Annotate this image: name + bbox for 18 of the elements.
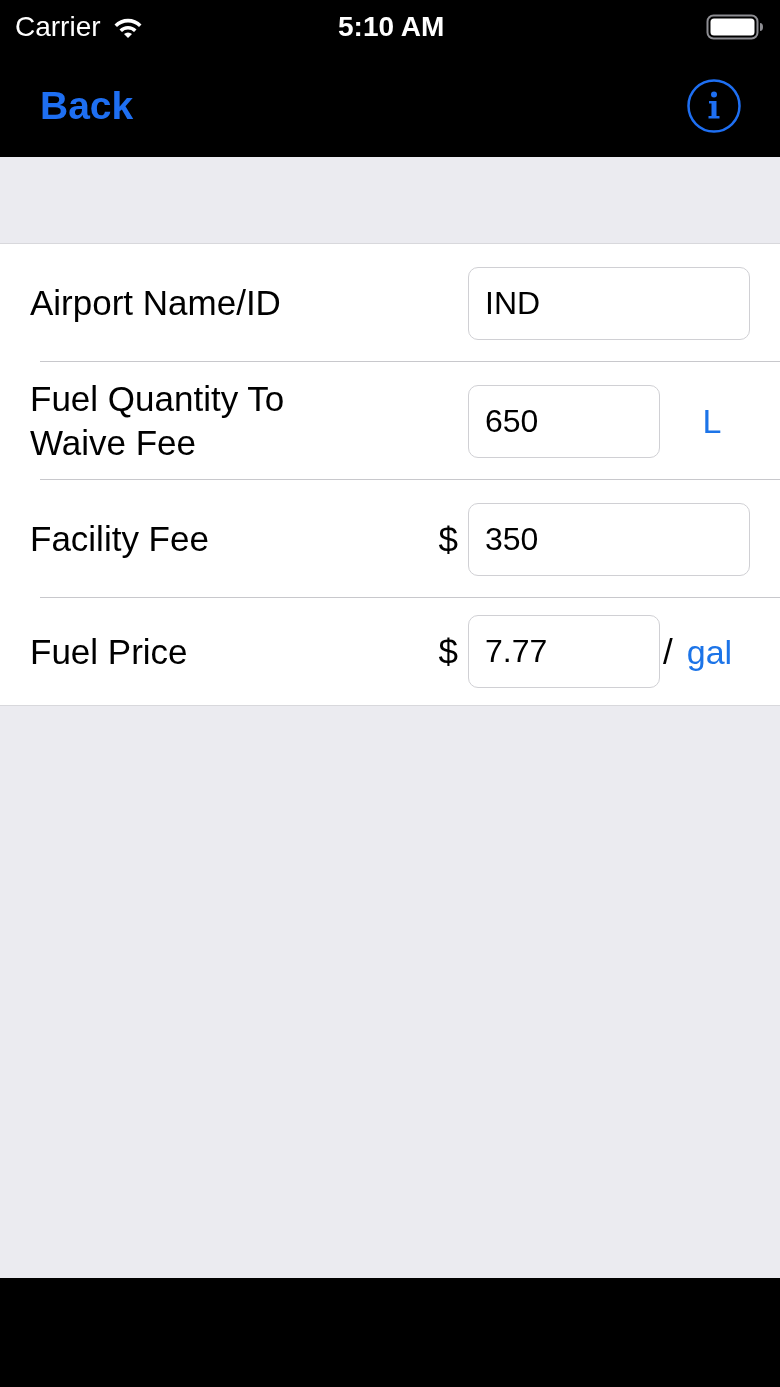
battery-icon	[706, 14, 763, 40]
carrier-name: Carrier	[15, 13, 101, 41]
field-label: Fuel Quantity To Waive Fee	[30, 378, 286, 464]
info-icon[interactable]	[687, 78, 741, 133]
field-label: Fuel Price	[30, 630, 189, 673]
back-button[interactable]: Back	[40, 86, 134, 125]
unit-button[interactable]: gal	[686, 634, 733, 669]
input-field[interactable]: 650	[468, 384, 660, 458]
currency-symbol: $	[438, 521, 458, 557]
input-field[interactable]: 350	[468, 502, 750, 576]
status-time: 5:10 AM	[338, 13, 445, 41]
separator-text: /	[663, 634, 673, 669]
currency-symbol: $	[438, 634, 458, 669]
field-label: Facility Fee	[30, 518, 210, 560]
input-field[interactable]: IND	[468, 266, 750, 340]
unit-button[interactable]: L	[702, 404, 722, 438]
field-label: Airport Name/ID	[30, 282, 282, 324]
input-field[interactable]: 7.77	[468, 615, 660, 688]
